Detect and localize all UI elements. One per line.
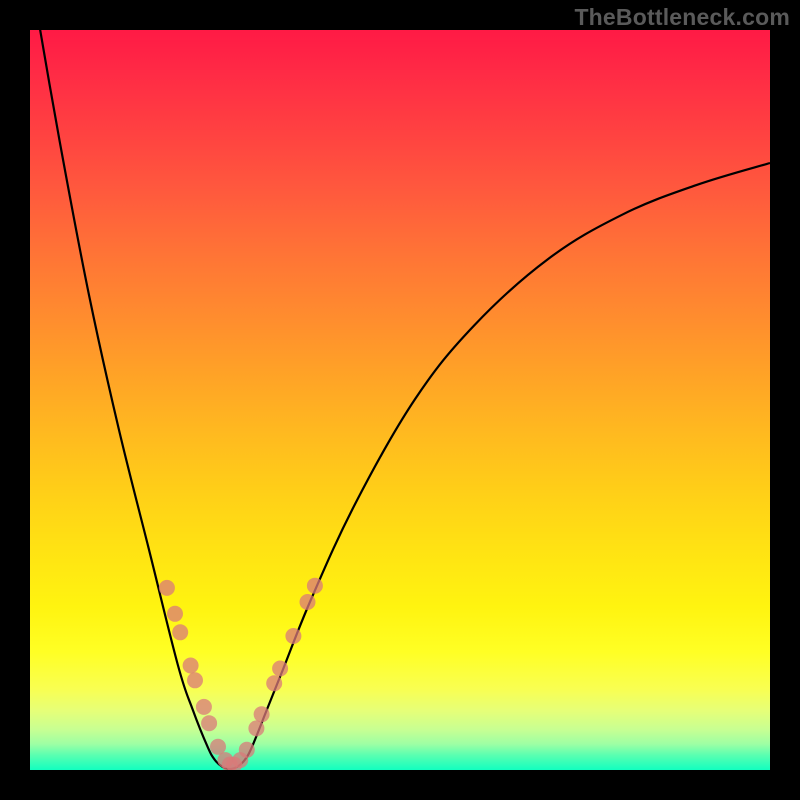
data-marker [239,742,255,758]
data-marker [159,580,175,596]
data-marker [300,594,316,610]
data-marker [254,706,270,722]
data-marker [187,672,203,688]
chart-frame: TheBottleneck.com [0,0,800,800]
data-marker [196,699,212,715]
curve-layer [30,30,770,770]
bottleneck-curve [30,30,770,769]
data-marker [266,675,282,691]
data-marker [201,715,217,731]
data-marker [172,624,188,640]
watermark-text: TheBottleneck.com [574,4,790,31]
data-marker [285,628,301,644]
data-marker [248,720,264,736]
plot-area [30,30,770,770]
curve-path [30,30,770,769]
data-marker [183,658,199,674]
marker-group [159,578,323,770]
data-marker [307,578,323,594]
data-marker [167,606,183,622]
data-marker [272,661,288,677]
